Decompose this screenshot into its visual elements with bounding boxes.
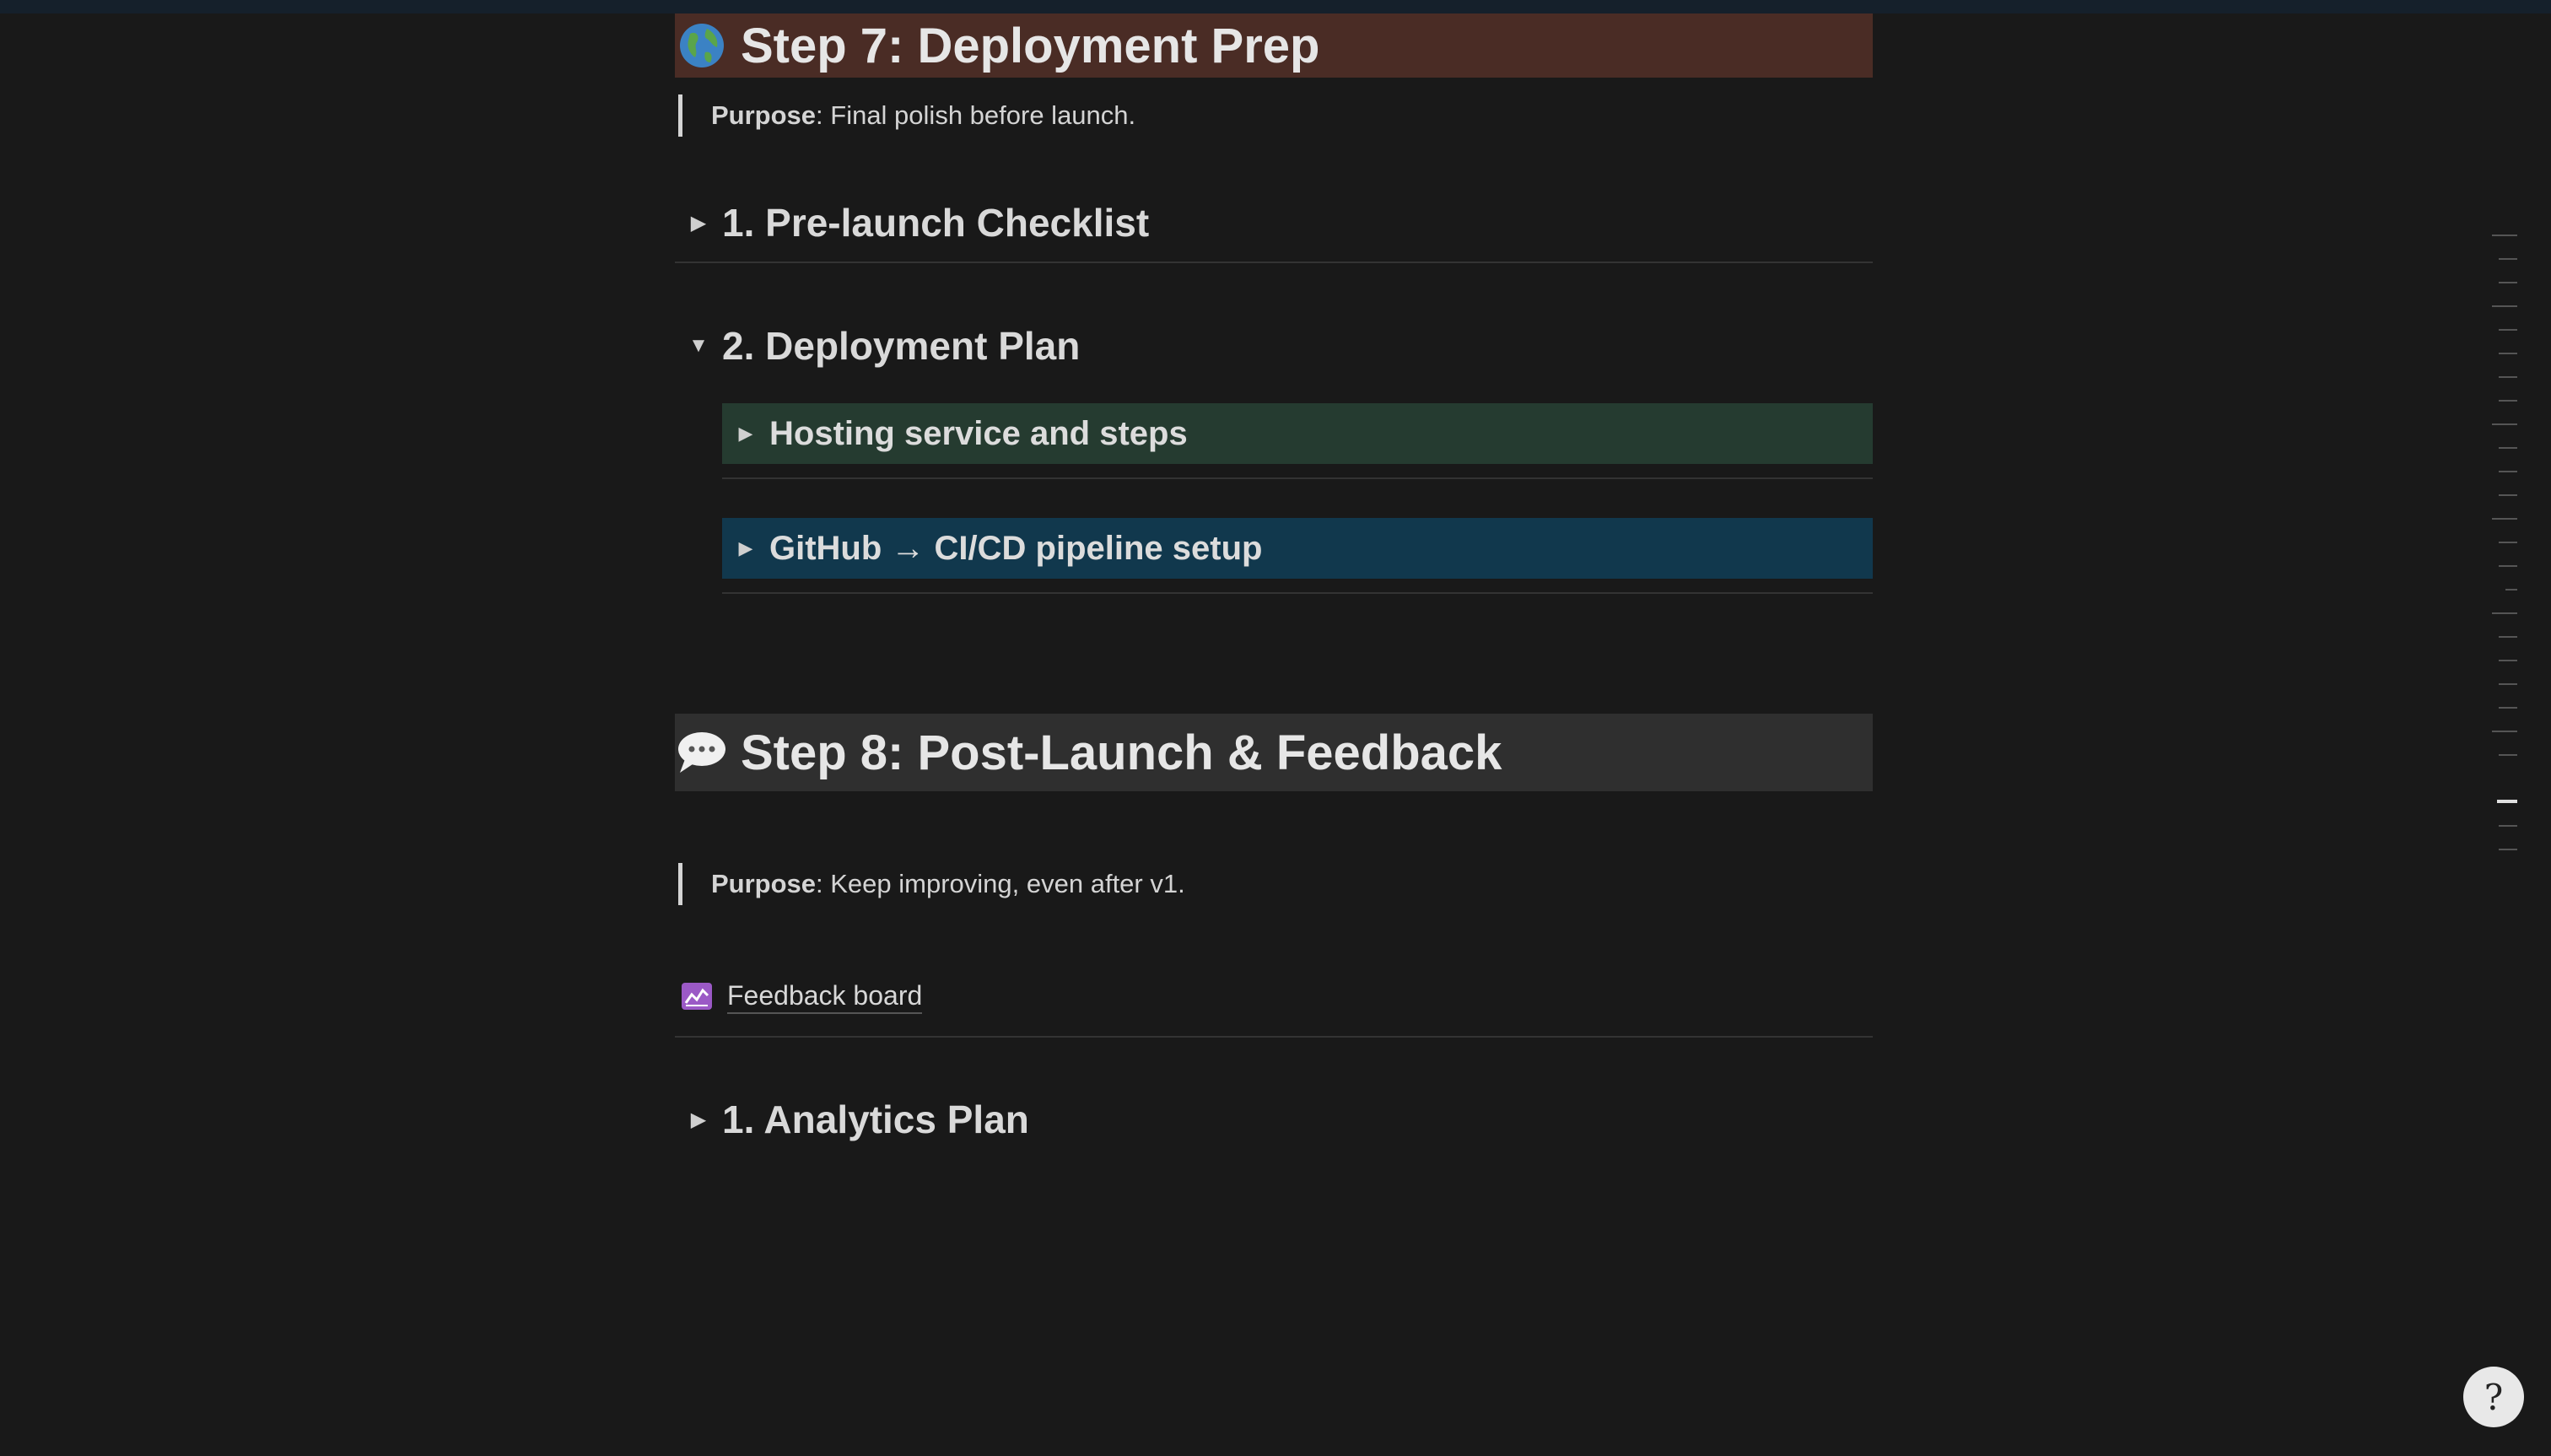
speech-bubble-icon	[675, 725, 729, 779]
page-content: Step 7: Deployment Prep Purpose: Final p…	[675, 0, 1873, 1456]
purpose-text: : Keep improving, even after v1.	[816, 869, 1185, 898]
outline-tick[interactable]	[2499, 494, 2517, 496]
purpose-text: : Final polish before launch.	[816, 100, 1136, 130]
toggle-github-cicd[interactable]: ▶ GitHub → CI/CD pipeline setup	[722, 518, 1873, 579]
heading-step-8-text: Step 8: Post-Launch & Feedback	[741, 725, 1502, 780]
outline-tick[interactable]	[2492, 423, 2517, 425]
outline-tick[interactable]	[2499, 258, 2517, 260]
toggle-label: 2. Deployment Plan	[722, 324, 1081, 368]
outline-tick[interactable]	[2492, 235, 2517, 236]
expanded-triangle-icon[interactable]: ▼	[675, 334, 722, 358]
purpose-label: Purpose	[711, 100, 817, 130]
purpose-quote-step-7: Purpose: Final polish before launch.	[678, 94, 1859, 137]
toggle-label: GitHub → CI/CD pipeline setup	[769, 529, 1263, 567]
purpose-label: Purpose	[711, 869, 817, 898]
outline-tick[interactable]	[2499, 329, 2517, 331]
collapsed-triangle-icon[interactable]: ▶	[722, 423, 769, 445]
feedback-board-label[interactable]: Feedback board	[727, 979, 923, 1014]
divider	[675, 1036, 1873, 1038]
collapsed-triangle-icon[interactable]: ▶	[722, 537, 769, 559]
outline-tick[interactable]	[2499, 353, 2517, 354]
heading-step-7[interactable]: Step 7: Deployment Prep	[675, 13, 1873, 78]
outline-tick[interactable]	[2499, 754, 2517, 756]
collapsed-triangle-icon[interactable]: ▶	[675, 1108, 722, 1132]
globe-icon	[675, 19, 729, 73]
divider	[722, 592, 1873, 594]
heading-step-7-text: Step 7: Deployment Prep	[741, 18, 1320, 73]
outline-tick[interactable]	[2499, 565, 2517, 567]
feedback-board-link[interactable]: Feedback board	[682, 975, 923, 1017]
divider	[722, 477, 1873, 479]
outline-tick[interactable]	[2499, 707, 2517, 709]
outline-tick-active[interactable]	[2497, 800, 2517, 803]
purpose-quote-step-8: Purpose: Keep improving, even after v1.	[678, 863, 1859, 905]
outline-tick[interactable]	[2492, 731, 2517, 732]
outline-tick[interactable]	[2499, 400, 2517, 402]
toggle-label: 1. Analytics Plan	[722, 1097, 1029, 1141]
collapsed-triangle-icon[interactable]: ▶	[675, 211, 722, 235]
chart-line-icon	[682, 983, 712, 1010]
toggle-label: 1. Pre-launch Checklist	[722, 201, 1150, 245]
outline-tick[interactable]	[2499, 683, 2517, 685]
outline-tick[interactable]	[2499, 660, 2517, 661]
outline-tick[interactable]	[2499, 376, 2517, 378]
toggle-label: Hosting service and steps	[769, 414, 1188, 452]
outline-tick[interactable]	[2499, 849, 2517, 850]
outline-tick[interactable]	[2505, 589, 2517, 590]
heading-step-8[interactable]: Step 8: Post-Launch & Feedback	[675, 714, 1873, 791]
toggle-pre-launch-checklist[interactable]: ▶ 1. Pre-launch Checklist	[675, 184, 1873, 263]
toggle-analytics-plan[interactable]: ▶ 1. Analytics Plan	[675, 1088, 1873, 1151]
outline-tick[interactable]	[2492, 518, 2517, 520]
outline-tick[interactable]	[2499, 282, 2517, 283]
outline-tick[interactable]	[2499, 471, 2517, 472]
outline-tick[interactable]	[2499, 636, 2517, 638]
outline-tick[interactable]	[2499, 542, 2517, 543]
toggle-deployment-plan[interactable]: ▼ 2. Deployment Plan	[675, 315, 1873, 376]
outline-tick[interactable]	[2492, 612, 2517, 614]
outline-tick[interactable]	[2499, 447, 2517, 449]
outline-tick[interactable]	[2492, 305, 2517, 307]
outline-tick[interactable]	[2499, 825, 2517, 827]
help-icon: ?	[2484, 1376, 2504, 1418]
toggle-hosting-service[interactable]: ▶ Hosting service and steps	[722, 403, 1873, 464]
help-button[interactable]: ?	[2463, 1367, 2524, 1427]
